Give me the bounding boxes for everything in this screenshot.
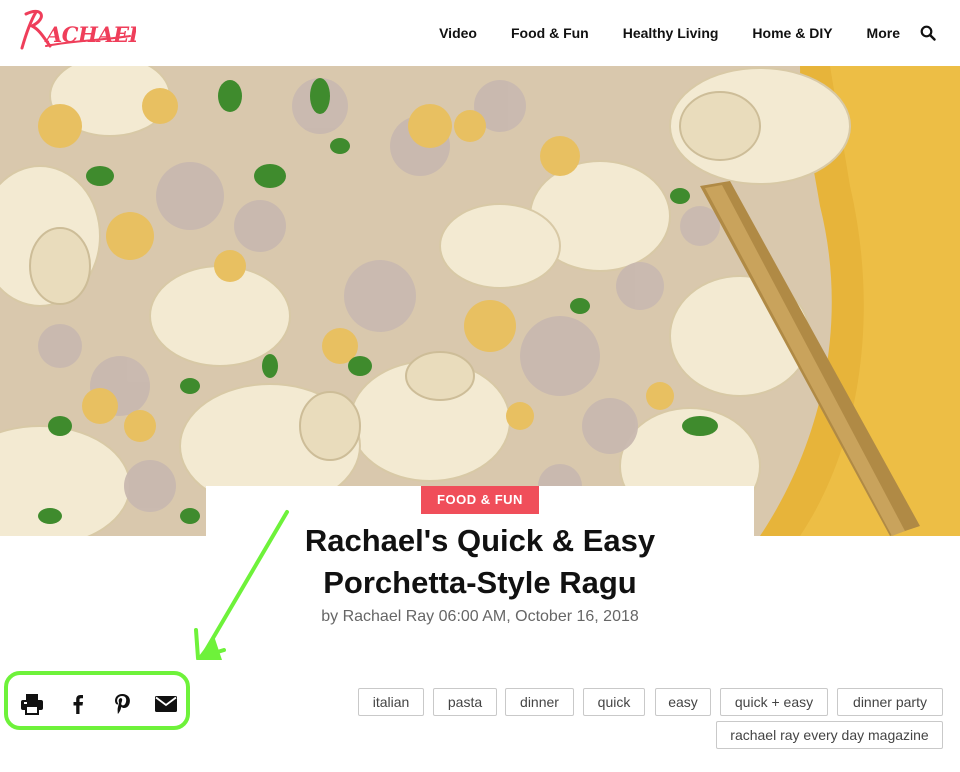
article-header: FOOD & FUN Rachael's Quick & Easy Porche… (206, 486, 754, 646)
article-title: Rachael's Quick & Easy Porchetta-Style R… (206, 520, 754, 604)
article-title-line-1: Rachael's Quick & Easy (304, 523, 656, 558)
tag-list: italian pasta dinner quick easy quick + … (0, 688, 960, 772)
logo-mark: ACHAEL (20, 9, 143, 50)
search-icon[interactable] (920, 25, 936, 41)
tag-dinner-party[interactable]: dinner party (837, 688, 943, 716)
nav-item-more[interactable]: More (867, 25, 900, 41)
site-header: ACHAEL Video Food & Fun Healthy Living H… (0, 0, 960, 66)
tag-quick-easy[interactable]: quick + easy (720, 688, 828, 716)
nav-item-food-fun[interactable]: Food & Fun (511, 25, 589, 41)
byline-prefix: by (321, 608, 339, 625)
tag-quick[interactable]: quick (583, 688, 645, 716)
tag-pasta[interactable]: pasta (433, 688, 497, 716)
nav-item-video[interactable]: Video (439, 25, 477, 41)
article-byline: by Rachael Ray 06:00 AM, October 16, 201… (206, 608, 754, 626)
site-logo[interactable]: ACHAEL (16, 4, 143, 60)
tag-dinner[interactable]: dinner (505, 688, 574, 716)
tag-italian[interactable]: italian (358, 688, 424, 716)
article-title-line-2: Porchetta-Style Ragu (323, 565, 637, 600)
tag-rachael-ray-every-day-magazine[interactable]: rachael ray every day magazine (716, 721, 943, 749)
nav-item-home-diy[interactable]: Home & DIY (752, 25, 832, 41)
publish-date: 06:00 AM, October 16, 2018 (438, 608, 639, 625)
tag-easy[interactable]: easy (655, 688, 711, 716)
main-nav: Video Food & Fun Healthy Living Home & D… (439, 0, 900, 66)
hero-image (0, 66, 960, 536)
author-link[interactable]: Rachael Ray (343, 608, 435, 625)
category-badge[interactable]: FOOD & FUN (421, 486, 539, 514)
nav-item-healthy-living[interactable]: Healthy Living (623, 25, 719, 41)
